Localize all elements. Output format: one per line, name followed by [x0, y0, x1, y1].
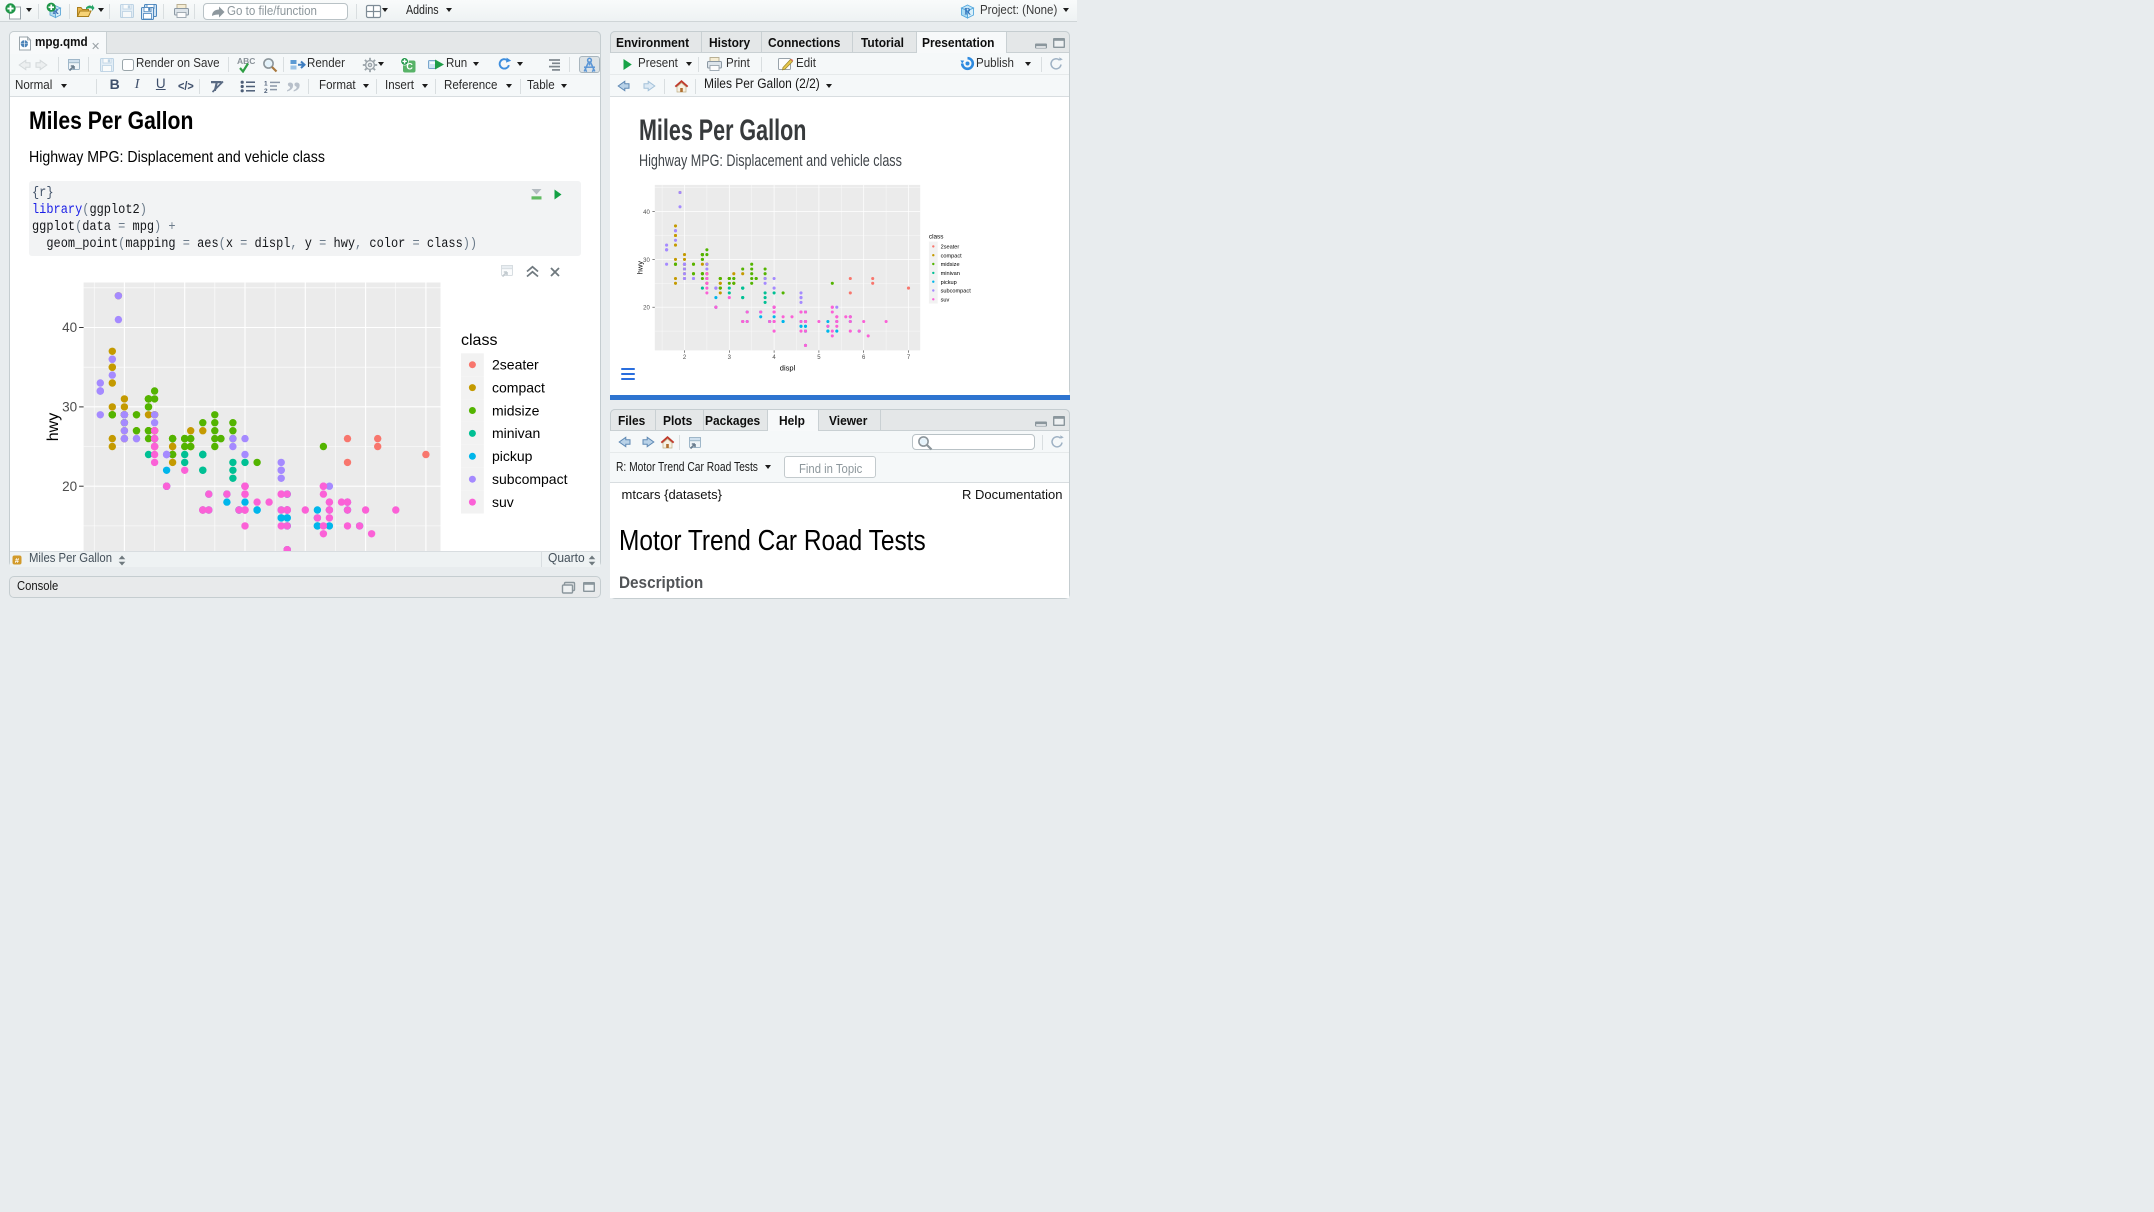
- svg-text:5: 5: [817, 355, 821, 361]
- svg-text:midsize: midsize: [492, 402, 540, 418]
- svg-text:class: class: [929, 234, 944, 241]
- svg-text:suv: suv: [492, 494, 514, 510]
- svg-text:minivan: minivan: [492, 425, 540, 441]
- svg-text:40: 40: [62, 320, 77, 335]
- svg-text:40: 40: [643, 210, 650, 216]
- svg-text:1: 1: [264, 80, 268, 87]
- svg-text:7: 7: [907, 355, 911, 361]
- svg-text:pickup: pickup: [492, 448, 533, 464]
- svg-text:suv: suv: [941, 297, 950, 303]
- svg-text:2: 2: [264, 88, 268, 93]
- svg-text:3: 3: [728, 355, 732, 361]
- svg-text:R: R: [964, 6, 971, 16]
- svg-text:2: 2: [683, 355, 687, 361]
- svg-text:”: ”: [286, 80, 301, 93]
- svg-text:minivan: minivan: [941, 271, 960, 277]
- svg-text:6: 6: [862, 355, 866, 361]
- svg-text:20: 20: [643, 306, 650, 312]
- svg-text:compact: compact: [492, 379, 545, 395]
- svg-text:subcompact: subcompact: [492, 471, 568, 487]
- svg-text:hwy: hwy: [635, 261, 644, 275]
- svg-text:displ: displ: [780, 363, 796, 372]
- svg-text:2seater: 2seater: [492, 357, 539, 373]
- svg-text:class: class: [461, 332, 497, 349]
- svg-text:pickup: pickup: [941, 280, 957, 286]
- svg-text:midsize: midsize: [941, 262, 960, 268]
- svg-text:hwy: hwy: [45, 413, 62, 441]
- svg-text:30: 30: [62, 400, 77, 415]
- svg-text:4: 4: [772, 355, 776, 361]
- svg-text:subcompact: subcompact: [941, 289, 972, 295]
- svg-text:20: 20: [62, 479, 77, 494]
- svg-text:2seater: 2seater: [941, 245, 960, 251]
- svg-text:compact: compact: [941, 253, 963, 259]
